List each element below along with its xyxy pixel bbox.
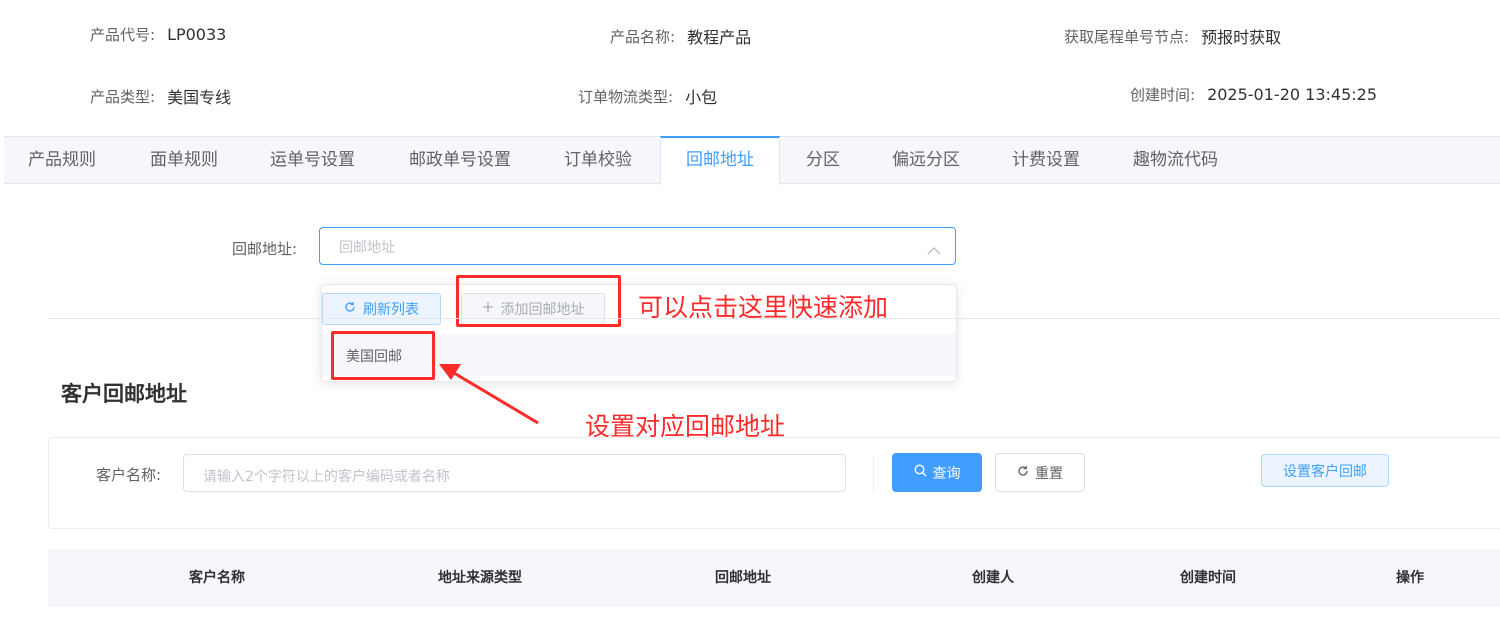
table-header: 客户名称 地址来源类型 回邮地址 创建人 创建时间 操作 xyxy=(48,549,1500,606)
product-code-value: LP0033 xyxy=(167,25,227,44)
section-title: 客户回邮地址 xyxy=(61,382,187,406)
tab-remote-zones[interactable]: 偏远分区 xyxy=(892,137,960,183)
product-type-value: 美国专线 xyxy=(167,88,232,107)
tab-waybill-settings[interactable]: 运单号设置 xyxy=(270,137,355,183)
highlight-box-option xyxy=(331,331,435,380)
column-header: 创建人 xyxy=(972,570,1014,586)
logistics-type-value: 小包 xyxy=(685,88,718,107)
created-time: 创建时间: 2025-01-20 13:45:25 xyxy=(1130,84,1377,105)
logistics-type: 订单物流类型: 小包 xyxy=(578,84,717,108)
tab-return-address[interactable]: 回邮地址 xyxy=(660,136,780,185)
reset-button[interactable]: 重置 xyxy=(995,453,1085,492)
chevron-up-icon xyxy=(927,241,941,260)
search-icon xyxy=(913,464,927,481)
tab-postal-settings[interactable]: 邮政单号设置 xyxy=(409,137,511,183)
tab-order-validation[interactable]: 订单校验 xyxy=(564,137,632,183)
tab-bar: 产品规则 面单规则 运单号设置 邮政单号设置 订单校验 回邮地址 分区 偏远分区… xyxy=(4,136,1500,185)
tab-zones[interactable]: 分区 xyxy=(806,137,840,183)
tail-node-value: 预报时获取 xyxy=(1201,28,1282,47)
highlight-box-add xyxy=(456,275,621,327)
reset-button-label: 重置 xyxy=(1035,465,1063,482)
return-address-placeholder: 回邮地址 xyxy=(339,240,395,256)
search-button[interactable]: 查询 xyxy=(892,453,982,492)
refresh-list-label: 刷新列表 xyxy=(363,302,419,318)
divider xyxy=(48,318,1500,319)
tab-product-rules[interactable]: 产品规则 xyxy=(28,137,96,183)
product-name: 产品名称: 教程产品 xyxy=(610,24,751,48)
column-header: 地址来源类型 xyxy=(438,570,522,586)
product-code: 产品代号: LP0033 xyxy=(90,24,226,45)
product-name-label: 产品名称: xyxy=(610,27,676,46)
return-address-label: 回邮地址: xyxy=(232,240,298,258)
created-time-value: 2025-01-20 13:45:25 xyxy=(1207,85,1377,104)
return-address-select[interactable]: 回邮地址 xyxy=(319,227,956,265)
column-header: 创建时间 xyxy=(1180,570,1236,586)
product-code-label: 产品代号: xyxy=(90,26,156,44)
set-customer-return-label: 设置客户回邮 xyxy=(1283,463,1367,480)
tail-node-label: 获取尾程单号节点: xyxy=(1064,27,1190,46)
column-header: 客户名称 xyxy=(189,570,245,586)
refresh-icon xyxy=(1017,465,1029,481)
column-header: 回邮地址 xyxy=(715,570,771,586)
annotation-arrow-icon xyxy=(439,364,539,425)
product-type: 产品类型: 美国专线 xyxy=(90,84,231,108)
tail-node: 获取尾程单号节点: 预报时获取 xyxy=(1064,24,1281,48)
tab-billing-settings[interactable]: 计费设置 xyxy=(1012,137,1080,183)
customer-name-placeholder: 请输入2个字符以上的客户编码或者名称 xyxy=(203,469,450,485)
set-customer-return-button[interactable]: 设置客户回邮 xyxy=(1261,454,1389,487)
refresh-list-button[interactable]: 刷新列表 xyxy=(322,293,441,325)
column-header: 操作 xyxy=(1396,570,1424,586)
customer-name-input[interactable]: 请输入2个字符以上的客户编码或者名称 xyxy=(183,454,846,492)
tab-label-rules[interactable]: 面单规则 xyxy=(150,137,218,183)
product-type-label: 产品类型: xyxy=(90,87,156,106)
created-time-label: 创建时间: xyxy=(1130,86,1196,104)
tab-logistics-code[interactable]: 趣物流代码 xyxy=(1133,137,1218,183)
product-name-value: 教程产品 xyxy=(687,28,752,47)
customer-name-label: 客户名称: xyxy=(96,466,162,484)
refresh-icon xyxy=(344,301,356,317)
separator xyxy=(873,455,874,491)
logistics-type-label: 订单物流类型: xyxy=(578,87,674,106)
search-button-label: 查询 xyxy=(932,465,961,482)
